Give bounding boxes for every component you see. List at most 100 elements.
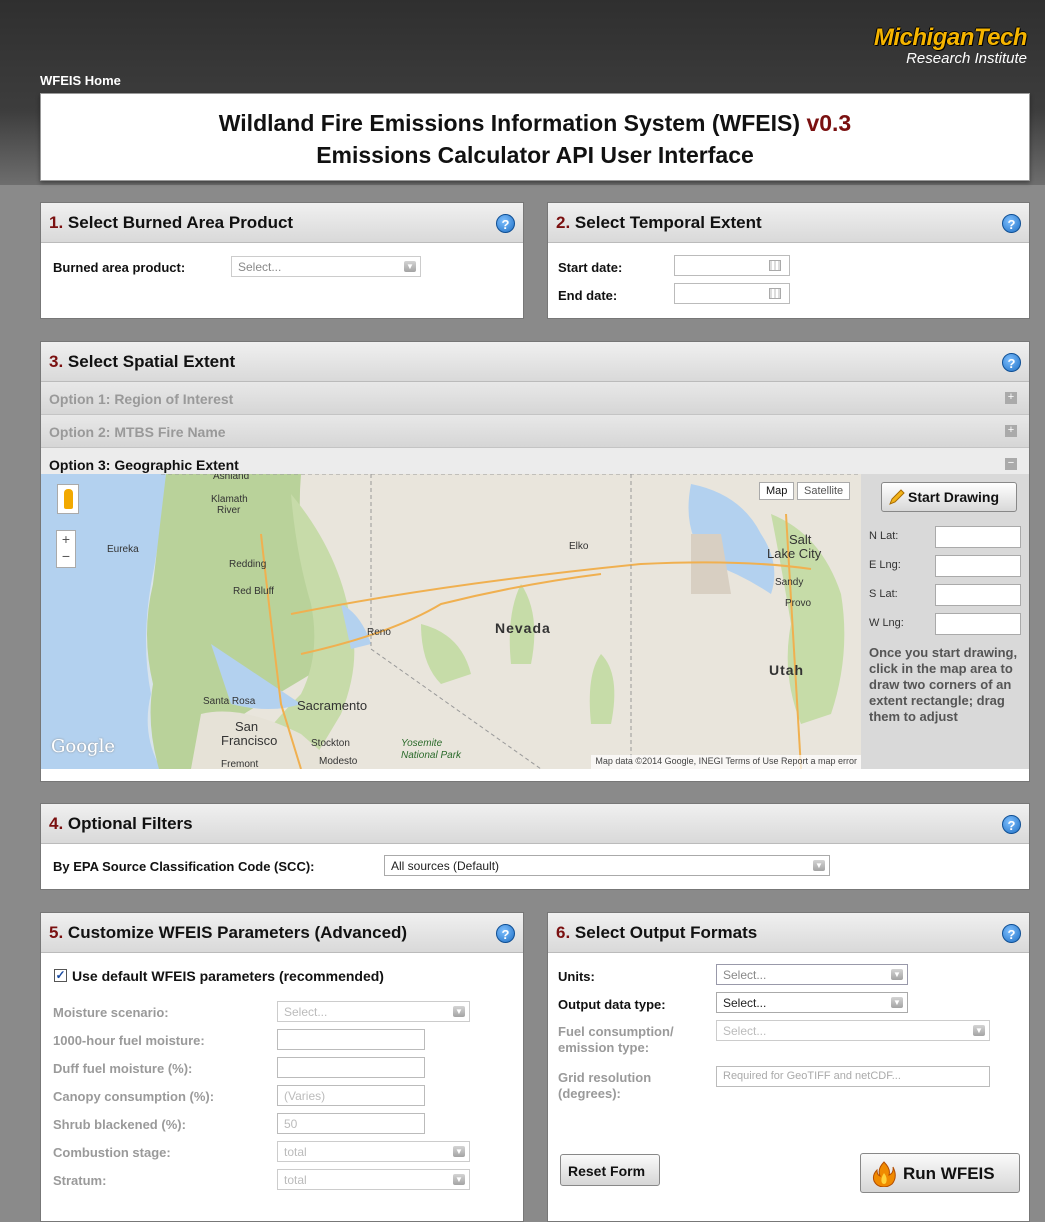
chevron-down-icon: ▼	[453, 1146, 465, 1157]
units-select[interactable]: Select... ▼	[716, 964, 908, 985]
run-wfeis-button[interactable]: Run WFEIS	[860, 1153, 1020, 1193]
panel-header: 2. Select Temporal Extent ?	[548, 203, 1029, 243]
label-line: (degrees):	[558, 1086, 621, 1101]
chevron-down-icon: ▼	[404, 261, 416, 272]
zoom-in-button[interactable]: +	[57, 531, 75, 548]
use-default-checkbox[interactable]: ✓	[54, 969, 67, 982]
map-label: River	[217, 505, 241, 516]
moisture-scenario-label: Moisture scenario:	[53, 1005, 169, 1020]
zoom-out-button[interactable]: −	[57, 548, 75, 565]
pencil-icon	[889, 489, 905, 505]
panel-title: 5. Customize WFEIS Parameters (Advanced)	[49, 923, 407, 943]
panel-burned-area: 1. Select Burned Area Product ? Burned a…	[40, 202, 524, 319]
help-icon[interactable]: ?	[496, 214, 515, 233]
n-lat-label: N Lat:	[869, 530, 899, 542]
panel-wfeis-parameters: 5. Customize WFEIS Parameters (Advanced)…	[40, 912, 524, 1222]
help-icon[interactable]: ?	[1002, 924, 1021, 943]
select-value: All sources (Default)	[391, 859, 500, 873]
expand-icon[interactable]: +	[1005, 392, 1017, 404]
map-label: Sacramento	[297, 698, 368, 713]
help-icon[interactable]: ?	[1002, 815, 1021, 834]
map-label: Lake City	[767, 546, 822, 561]
map-label: Salt	[789, 532, 812, 547]
help-icon[interactable]: ?	[1002, 214, 1021, 233]
map-label: Utah	[769, 662, 805, 678]
panel-title: 6. Select Output Formats	[556, 923, 757, 943]
panel-optional-filters: 4. Optional Filters ? By EPA Source Clas…	[40, 803, 1030, 890]
start-drawing-button[interactable]: Start Drawing	[881, 482, 1017, 512]
output-type-select[interactable]: Select... ▼	[716, 992, 908, 1013]
units-label: Units:	[558, 969, 595, 984]
select-value: total	[284, 1145, 307, 1159]
use-default-label[interactable]: Use default WFEIS parameters (recommende…	[72, 968, 384, 984]
chevron-down-icon: ▼	[453, 1006, 465, 1017]
help-icon[interactable]: ?	[496, 924, 515, 943]
pegman-icon[interactable]	[57, 484, 79, 514]
grid-resolution-input[interactable]: Required for GeoTIFF and netCDF...	[716, 1066, 990, 1087]
n-lat-input[interactable]	[935, 526, 1021, 548]
panel-header: 4. Optional Filters ?	[41, 804, 1029, 844]
duff-moisture-input[interactable]	[277, 1057, 425, 1078]
scc-select[interactable]: All sources (Default) ▼	[384, 855, 830, 876]
map-label: Stockton	[311, 738, 350, 749]
reset-form-button[interactable]: Reset Form	[560, 1154, 660, 1186]
s-lat-label: S Lat:	[869, 588, 898, 600]
fuel-1000hr-input[interactable]	[277, 1029, 425, 1050]
google-logo: Google	[51, 736, 115, 757]
w-lng-label: W Lng:	[869, 617, 904, 629]
calendar-icon[interactable]	[769, 260, 781, 271]
panel-title: 2. Select Temporal Extent	[556, 213, 762, 233]
chevron-down-icon: ▼	[453, 1174, 465, 1185]
expand-icon[interactable]: +	[1005, 425, 1017, 437]
w-lng-input[interactable]	[935, 613, 1021, 635]
input-value: (Varies)	[284, 1089, 326, 1103]
zoom-control[interactable]: + −	[56, 530, 76, 568]
calendar-icon[interactable]	[769, 288, 781, 299]
section-number: 6.	[556, 923, 571, 942]
help-icon[interactable]: ?	[1002, 353, 1021, 372]
duff-moisture-label: Duff fuel moisture (%):	[53, 1061, 193, 1076]
moisture-scenario-select[interactable]: Select... ▼	[277, 1001, 470, 1022]
map-label: Red Bluff	[233, 586, 274, 597]
shrub-blackened-input[interactable]: 50	[277, 1113, 425, 1134]
option-label: Option 2: MTBS Fire Name	[49, 424, 226, 440]
end-date-label: End date:	[558, 288, 618, 303]
map-label: San	[235, 719, 259, 734]
stratum-select[interactable]: total ▼	[277, 1169, 470, 1190]
fuel-1000hr-label: 1000-hour fuel moisture:	[53, 1033, 205, 1048]
section-number: 2.	[556, 213, 571, 232]
panel-title: 3. Select Spatial Extent	[49, 352, 235, 372]
map-type-satellite-button[interactable]: Satellite	[797, 482, 851, 500]
e-lng-label: E Lng:	[869, 559, 901, 571]
burned-area-select[interactable]: Select... ▼	[231, 256, 421, 277]
page-subtitle: Emissions Calculator API User Interface	[316, 142, 754, 168]
map-area[interactable]: + − Map Satellite Ashland Klamath River …	[41, 474, 861, 769]
map-type-map-button[interactable]: Map	[759, 482, 795, 500]
canopy-consumption-input[interactable]: (Varies)	[277, 1085, 425, 1106]
map-label: Modesto	[319, 756, 358, 767]
select-value: Select...	[238, 260, 282, 274]
select-value: Select...	[723, 1024, 767, 1038]
drawing-help-text: Once you start drawing, click in the map…	[869, 645, 1018, 724]
option-region-of-interest[interactable]: Option 1: Region of Interest +	[41, 382, 1029, 415]
scc-label: By EPA Source Classification Code (SCC):	[53, 859, 315, 874]
e-lng-input[interactable]	[935, 555, 1021, 577]
option-mtbs-fire-name[interactable]: Option 2: MTBS Fire Name +	[41, 415, 1029, 448]
section-number: 3.	[49, 352, 64, 371]
output-type-label: Output data type:	[558, 997, 666, 1012]
fuel-consumption-select[interactable]: Select... ▼	[716, 1020, 990, 1041]
select-value: Select...	[723, 968, 767, 982]
panel-title: 1. Select Burned Area Product	[49, 213, 293, 233]
section-number: 4.	[49, 814, 64, 833]
start-date-label: Start date:	[558, 260, 623, 275]
collapse-icon[interactable]: −	[1005, 458, 1017, 470]
end-date-input[interactable]	[674, 283, 790, 304]
start-date-input[interactable]	[674, 255, 790, 276]
combustion-stage-select[interactable]: total ▼	[277, 1141, 470, 1162]
grid-resolution-label: Grid resolution (degrees):	[558, 1070, 651, 1102]
label-line: emission type:	[558, 1040, 650, 1055]
home-link[interactable]: WFEIS Home	[40, 73, 121, 88]
s-lat-input[interactable]	[935, 584, 1021, 606]
map-attribution[interactable]: Map data ©2014 Google, INEGI Terms of Us…	[591, 755, 861, 769]
input-value: 50	[284, 1117, 298, 1131]
